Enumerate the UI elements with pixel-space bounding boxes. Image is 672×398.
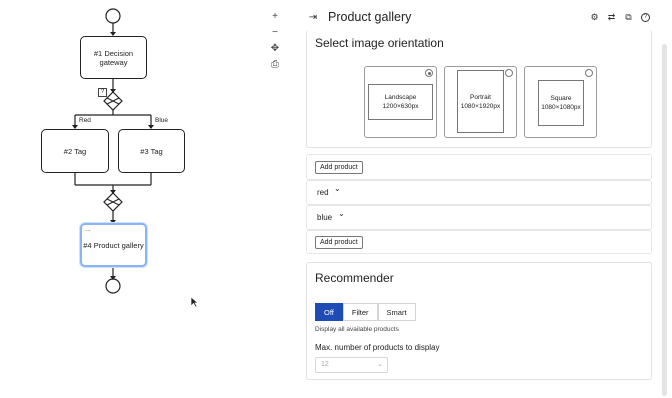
print-icon[interactable]: ⎙: [266, 56, 284, 72]
add-product-button-2[interactable]: Add product: [315, 236, 363, 249]
product-row-2: Add product: [306, 230, 652, 254]
max-products-value: 12: [321, 361, 329, 368]
radio-square[interactable]: [585, 69, 593, 77]
panel-scrollbar[interactable]: [662, 44, 667, 396]
recommender-title: Recommender: [315, 271, 394, 285]
radio-portrait[interactable]: [505, 69, 513, 77]
recommender-mode-toggle: Off Filter Smart: [315, 303, 416, 321]
portrait-size: 1080×1920px: [460, 102, 501, 110]
square-name: Square: [550, 95, 572, 102]
landscape-size: 1200×630px: [382, 103, 419, 110]
recommender-hint: Display all available products: [315, 326, 399, 333]
mouse-cursor-icon: [190, 296, 199, 308]
page-title: Product gallery: [328, 10, 412, 24]
edge-label-blue: Blue: [155, 117, 169, 124]
landscape-name: Landscape: [384, 94, 417, 101]
portrait-name: Portrait: [470, 93, 491, 101]
start-event: [105, 8, 121, 24]
portrait-preview: Portrait 1080×1920px: [457, 70, 504, 133]
tag-2-label: #2 Tag: [63, 146, 87, 156]
help-icon[interactable]: ?: [637, 9, 654, 25]
mode-filter-button[interactable]: Filter: [342, 303, 378, 321]
landscape-preview: Landscape 1200×630px: [368, 84, 433, 120]
product-row-1: Add product: [306, 154, 652, 180]
header-icons: ⚙ ⇄ ⧉ ?: [586, 9, 654, 25]
help-icon-glyph: ?: [641, 12, 650, 22]
recommender-section: Recommender Off Filter Smart Display all…: [306, 262, 652, 380]
product-gallery-label: #4 Product gallery: [83, 240, 144, 250]
zoom-in-icon[interactable]: +: [266, 8, 284, 24]
tag-red-label: red: [317, 188, 329, 197]
gateway-help-icon[interactable]: ?: [98, 88, 107, 97]
add-product-button[interactable]: Add product: [315, 161, 363, 174]
orientation-section: Select image orientation Landscape 1200×…: [306, 30, 652, 148]
zoom-out-icon[interactable]: −: [266, 24, 284, 40]
max-products-select[interactable]: 12 ⌄: [315, 357, 388, 373]
tag-3-label: #3 Tag: [140, 146, 163, 156]
decision-gateway-label: #1 Decision gateway: [93, 48, 134, 67]
edge-label-red: Red: [79, 117, 91, 124]
orientation-square[interactable]: Square 1080×1080px: [524, 66, 597, 138]
tag-row-red: red ⌄: [306, 180, 652, 205]
product-gallery-node[interactable]: ... #4 Product gallery: [80, 223, 147, 267]
mode-smart-button[interactable]: Smart: [377, 303, 416, 321]
orientation-title: Select image orientation: [315, 36, 444, 50]
radio-landscape[interactable]: [425, 69, 433, 77]
tag-3-node[interactable]: #3 Tag: [118, 129, 185, 173]
collapse-panel-icon[interactable]: ⇥: [304, 9, 322, 25]
panel-header: ⇥ Product gallery ⚙ ⇄ ⧉ ?: [300, 0, 662, 34]
max-products-label: Max. number of products to display: [315, 343, 440, 352]
orientation-landscape[interactable]: Landscape 1200×630px: [364, 66, 437, 138]
flow-canvas[interactable]: #1 Decision gateway ? Red Blue #2 Tag #3…: [0, 0, 260, 398]
tag-2-node[interactable]: #2 Tag: [41, 129, 109, 173]
tag-blue-label: blue: [317, 213, 333, 222]
end-event: [105, 278, 121, 294]
canvas-toolbar: + − ✥ ⎙: [266, 8, 284, 72]
gear-icon[interactable]: ⚙: [586, 9, 603, 25]
tag-row-blue: blue ⌄: [306, 205, 652, 230]
fit-view-icon[interactable]: ✥: [266, 40, 284, 56]
square-preview: Square 1080×1080px: [538, 80, 584, 126]
chevron-down-icon[interactable]: ⌄: [338, 209, 345, 218]
properties-panel: ⇥ Product gallery ⚙ ⇄ ⧉ ? Select image o…: [300, 0, 662, 398]
chevron-down-icon[interactable]: ⌄: [334, 184, 341, 193]
decision-gateway-node[interactable]: #1 Decision gateway: [80, 36, 147, 79]
select-chevron-icon: ⌄: [377, 361, 383, 368]
copy-icon[interactable]: ⧉: [620, 9, 637, 25]
square-size: 1080×1080px: [541, 104, 581, 111]
app-root: #1 Decision gateway ? Red Blue #2 Tag #3…: [0, 0, 672, 398]
sliders-icon[interactable]: ⇄: [603, 9, 620, 25]
node-dots: ...: [85, 226, 91, 233]
mode-off-button[interactable]: Off: [315, 303, 343, 321]
orientation-portrait[interactable]: Portrait 1080×1920px: [444, 66, 517, 138]
